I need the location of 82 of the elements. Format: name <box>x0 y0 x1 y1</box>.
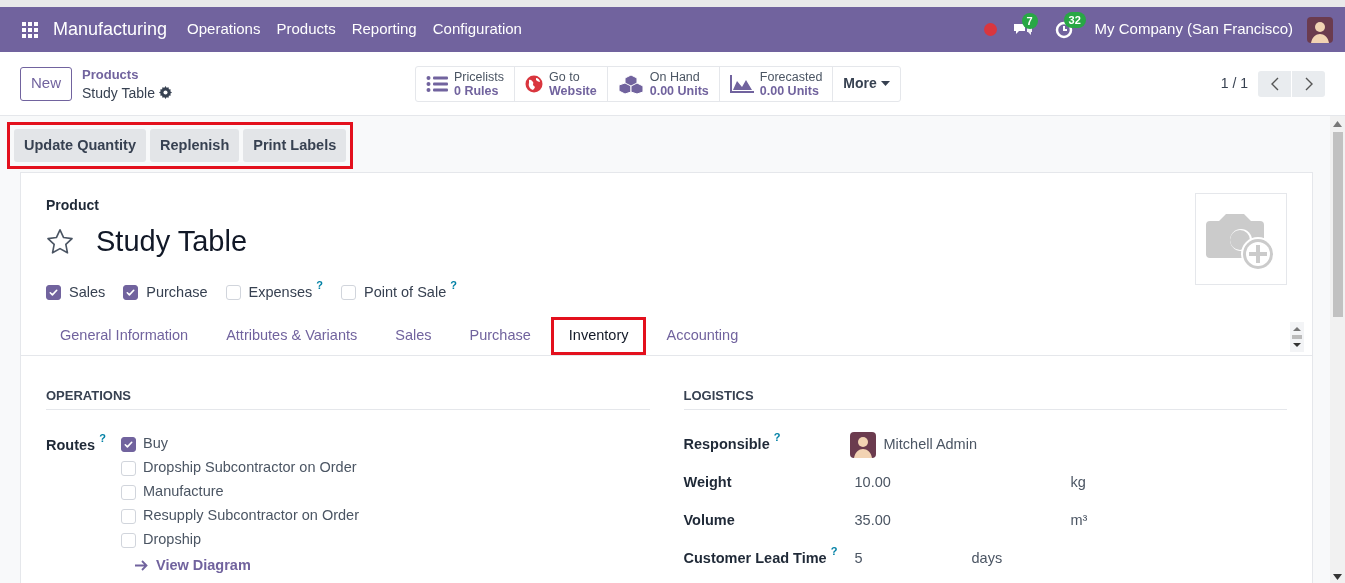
tab[interactable]: Purchase <box>451 317 549 356</box>
chevron-right-icon <box>1304 76 1313 91</box>
user-avatar <box>849 431 876 458</box>
smart-button[interactable]: Forecasted 0.00 Units <box>718 66 833 101</box>
checkbox-label: Expenses <box>248 282 313 302</box>
list-icon <box>426 75 448 92</box>
breadcrumb-link[interactable]: Products <box>82 65 412 84</box>
nav-menu-item[interactable]: Reporting <box>343 18 425 41</box>
help-tooltip-mark[interactable]: ? <box>316 278 323 291</box>
nav-menu-item[interactable]: Products <box>268 18 344 41</box>
help-tooltip-mark[interactable]: ? <box>450 278 457 291</box>
nav-menu-item[interactable]: Operations <box>179 18 269 41</box>
input-field[interactable]: 5 <box>854 547 972 570</box>
checkbox-label: Dropship Subcontractor on Order <box>143 458 357 478</box>
count-badge: 7 <box>1021 12 1038 29</box>
scroll-down-icon[interactable] <box>1333 574 1342 580</box>
star-icon[interactable] <box>46 228 74 256</box>
checkbox-label: Manufacture <box>143 482 224 502</box>
help-tooltip-mark[interactable]: ? <box>830 544 838 557</box>
input-field[interactable]: 10.00 <box>854 471 1071 494</box>
smart-button[interactable]: Go to Website <box>514 66 607 101</box>
action-button[interactable]: Update Quantity <box>14 129 146 162</box>
record-title: Study Table <box>82 83 155 102</box>
pager-value: 1 / 1 <box>1220 74 1248 93</box>
field-label: Customer Lead Time <box>683 548 827 568</box>
smart-button[interactable]: Pricelists 0 Rules <box>416 66 515 101</box>
checkbox[interactable] <box>123 284 139 300</box>
area-chart-icon <box>729 74 754 93</box>
smart-button[interactable]: On Hand 0.00 Units <box>606 66 719 101</box>
caret-icon <box>880 81 890 86</box>
cubes-icon <box>617 73 644 94</box>
gear-icon[interactable] <box>158 86 172 99</box>
more-button[interactable]: More <box>832 66 900 101</box>
chevron-left-icon <box>1270 76 1279 91</box>
scroll-arrows-icon <box>1290 322 1304 353</box>
nav-menu-item[interactable]: Configuration <box>424 18 530 41</box>
action-button[interactable]: Replenish <box>150 129 240 162</box>
tab[interactable]: Accounting <box>648 317 757 356</box>
apps-menu-icon[interactable] <box>22 21 38 38</box>
checkbox-label: Point of Sale <box>363 282 447 302</box>
scrollbar[interactable] <box>1330 116 1345 583</box>
next-button[interactable] <box>1292 70 1325 97</box>
unit-label: m³ <box>1070 510 1088 530</box>
field-label: Product <box>46 196 100 215</box>
input-field[interactable]: 35.00 <box>854 509 1071 532</box>
help-tooltip-mark[interactable]: ? <box>99 431 106 444</box>
help-tooltip-mark[interactable]: ? <box>773 430 781 443</box>
checkmark-icon <box>125 286 137 298</box>
tab[interactable]: General Information <box>42 317 207 356</box>
tab[interactable]: Sales <box>377 317 450 356</box>
product-name: Study Table <box>96 224 248 259</box>
user-avatar[interactable] <box>1307 16 1333 43</box>
responsible-field[interactable]: Mitchell Admin <box>883 433 977 456</box>
tab[interactable]: Attributes & Variants <box>208 317 376 356</box>
checkbox-label: Dropship <box>143 530 202 550</box>
count-badge: 32 <box>1063 11 1086 28</box>
app-title[interactable]: Manufacturing <box>53 16 168 43</box>
field-label: Weight <box>683 472 732 492</box>
unit-label: days <box>971 548 1003 568</box>
unit-label: kg <box>1070 472 1086 492</box>
new-button[interactable]: New <box>20 66 72 101</box>
checkbox-label: Resupply Subcontractor on Order <box>143 506 359 526</box>
checkbox-label: Buy <box>143 434 168 454</box>
section-title: LOGISTICS <box>683 386 1287 410</box>
checkbox-label: Purchase <box>146 282 208 302</box>
previous-button[interactable] <box>1258 70 1291 97</box>
checkmark-icon <box>123 438 134 450</box>
field-label: Volume <box>683 510 735 530</box>
field-label: Responsible <box>683 434 770 454</box>
tab[interactable]: Inventory <box>550 317 647 356</box>
checkbox[interactable] <box>121 436 136 452</box>
scroll-up-icon[interactable] <box>1333 121 1342 127</box>
checkbox[interactable] <box>46 284 61 300</box>
view-diagram-link[interactable]: View Diagram <box>156 554 251 577</box>
field-label: Routes <box>46 435 96 455</box>
section-title: OPERATIONS <box>46 386 650 410</box>
checkmark-icon <box>48 286 59 298</box>
company-switcher[interactable]: My Company (San Francisco) <box>1094 18 1293 41</box>
globe-icon <box>525 74 544 93</box>
checkbox-label: Sales <box>69 282 106 302</box>
arrow-right-icon <box>135 560 148 572</box>
action-button[interactable]: Print Labels <box>243 129 347 162</box>
